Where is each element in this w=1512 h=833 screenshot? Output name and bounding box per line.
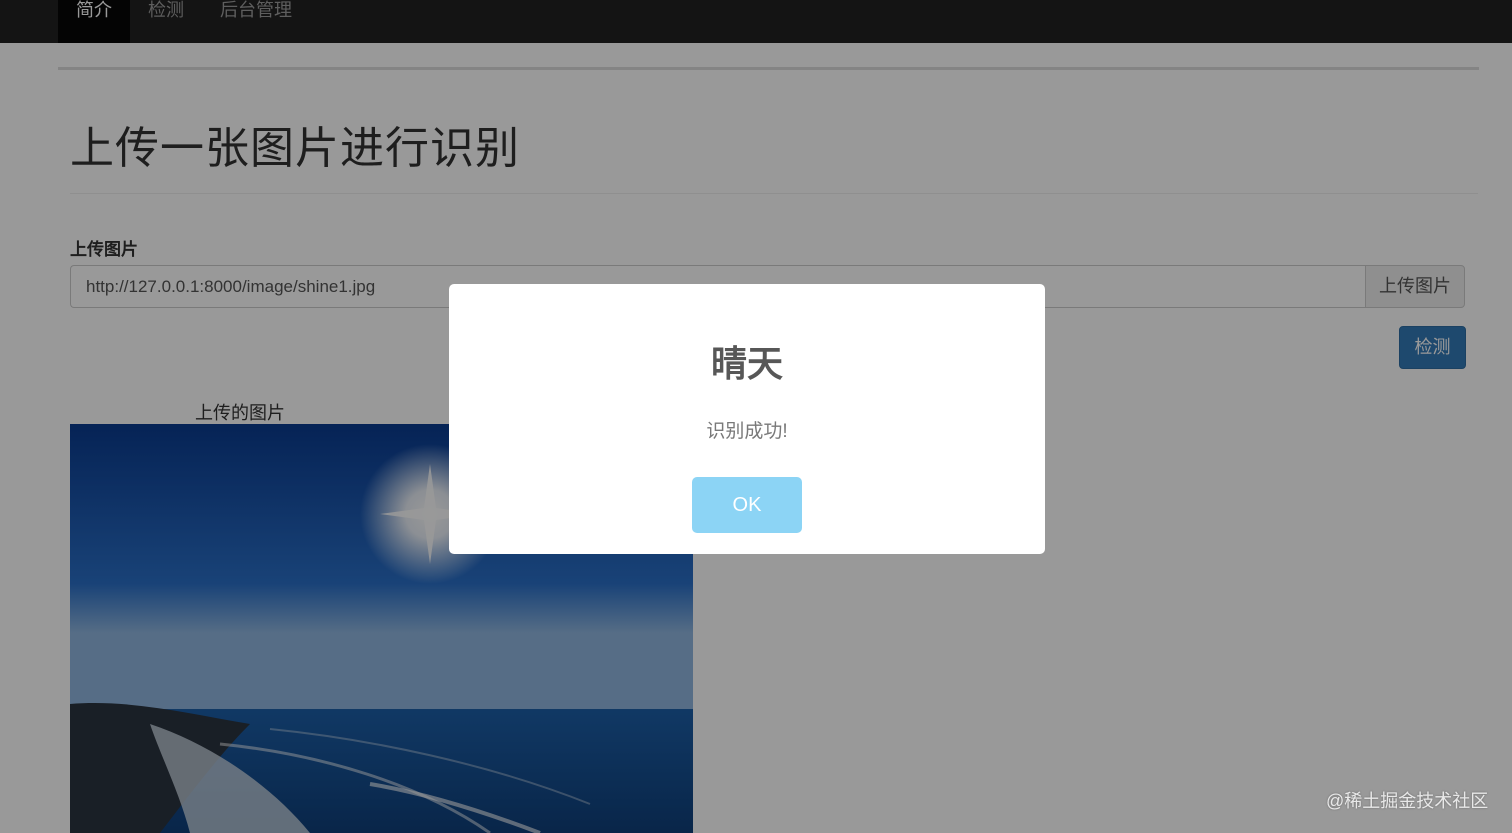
ok-button[interactable]: OK	[692, 477, 802, 533]
dialog-title: 晴天	[710, 343, 783, 384]
watermark: @稀土掘金技术社区	[1326, 791, 1489, 811]
dialog-message: 识别成功!	[706, 421, 788, 442]
result-dialog: 晴天 识别成功! OK	[449, 284, 1045, 554]
